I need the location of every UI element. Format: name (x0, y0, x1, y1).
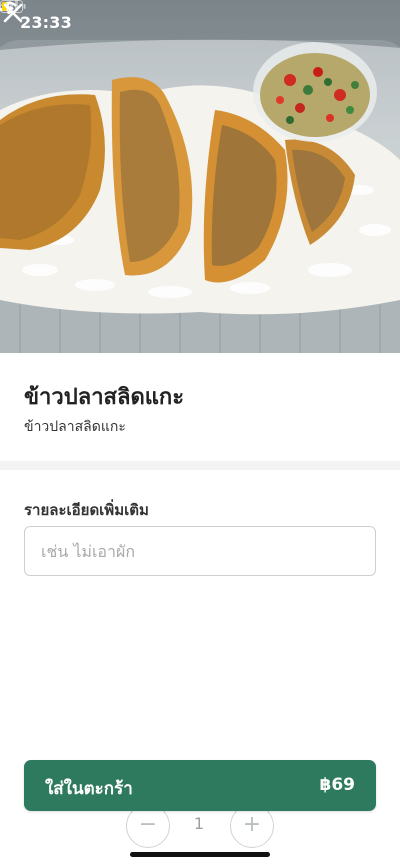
notes-label: รายละเอียดเพิ่มเติม (24, 501, 149, 519)
item-subtitle: ข้าวปลาสลิดแกะ (24, 419, 126, 435)
close-icon[interactable] (0, 0, 26, 26)
home-indicator (130, 852, 270, 857)
add-to-cart-button[interactable]: ใส่ในตะกร้า ฿69 (24, 760, 376, 811)
quantity-value: 1 (193, 814, 205, 833)
notes-input[interactable] (24, 526, 376, 576)
food-photo-illustration (0, 0, 400, 353)
status-time: 23:33 (20, 13, 72, 32)
status-bar: 23:33 (0, 0, 400, 44)
add-to-cart-label: ใส่ในตะกร้า (45, 779, 133, 799)
add-to-cart-price: ฿69 (319, 775, 356, 795)
section-divider (0, 461, 400, 470)
food-photo: 23:33 (0, 0, 400, 353)
item-title: ข้าวปลาสลิดแกะ (24, 385, 185, 410)
item-header: ข้าวปลาสลิดแกะ ข้าวปลาสลิดแกะ (0, 353, 400, 461)
